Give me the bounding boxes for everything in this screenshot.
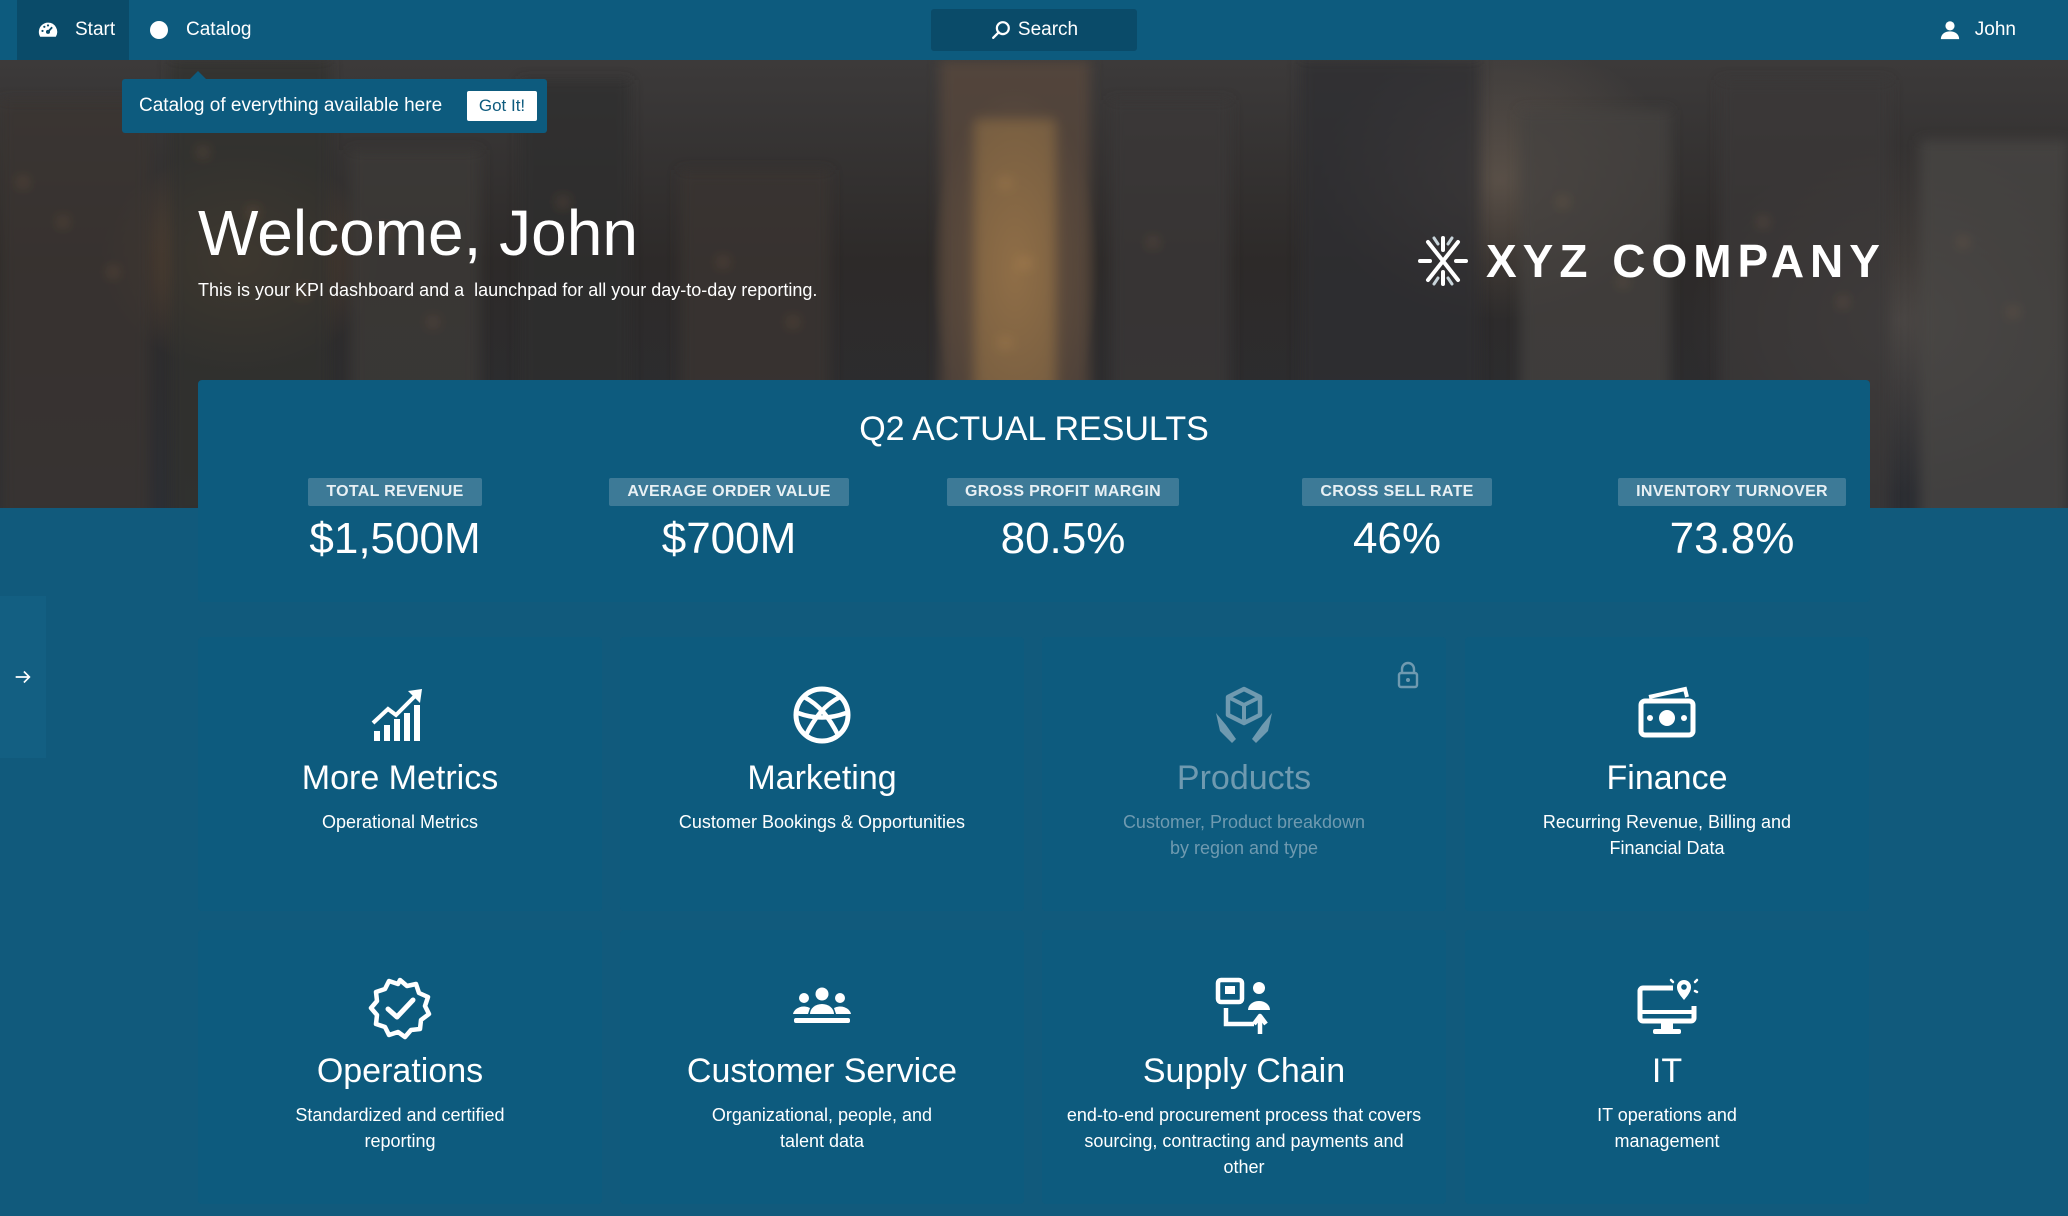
company-name: XYZ COMPANY [1486, 235, 1886, 287]
user-menu[interactable]: John [1939, 0, 2016, 60]
money-icon [1638, 686, 1696, 738]
search-button[interactable]: Search [931, 9, 1137, 51]
company-logo-mark-icon [1418, 236, 1468, 286]
box-hands-icon [1216, 686, 1272, 743]
tile-title: More Metrics [301, 759, 499, 797]
tile-title: Supply Chain [1142, 1052, 1346, 1090]
got-it-button[interactable]: Got It! [467, 91, 537, 121]
tile-title: Customer Service [686, 1052, 958, 1090]
kpi-panel: Q2 ACTUAL RESULTS TOTAL REVENUE $1,500M … [198, 380, 1870, 602]
tile-marketing[interactable]: Marketing Customer Bookings & Opportunit… [620, 637, 1024, 911]
page: Start Catalog Search John Welcome, John … [0, 0, 2068, 1216]
nav-start-label: Start [75, 19, 116, 40]
welcome-subtitle: This is your KPI dashboard and a launchp… [198, 280, 818, 300]
tile-description: Recurring Revenue, Billing and Financial… [1542, 812, 1792, 858]
tile-operations[interactable]: Operations Standardized and certified re… [198, 930, 602, 1204]
kpi-value: $1,500M [309, 514, 481, 563]
kpi-label: GROSS PROFIT MARGIN [947, 478, 1179, 506]
company-logo: XYZ COMPANY [1414, 232, 1886, 290]
kpi-total-revenue: TOTAL REVENUE $1,500M [228, 478, 562, 564]
tile-products[interactable]: Products Customer, Product breakdown by … [1042, 637, 1446, 911]
tile-description: Organizational, people, and talent data [711, 1105, 933, 1151]
tile-description: Standardized and certified reporting [295, 1105, 505, 1151]
badge-check-icon [368, 977, 432, 1040]
nav-catalog[interactable]: Catalog [150, 0, 252, 60]
chart-growth-icon [371, 689, 422, 741]
kpi-average-order-value: AVERAGE ORDER VALUE $700M [562, 478, 896, 564]
kpi-gross-profit-margin: GROSS PROFIT MARGIN 80.5% [896, 478, 1230, 564]
top-nav: Start Catalog Search John [0, 0, 2068, 60]
circle-icon [150, 21, 168, 39]
tile-title: IT [1651, 1052, 1683, 1090]
nav-start[interactable]: Start [17, 0, 129, 60]
tile-title: Marketing [747, 759, 897, 797]
kpi-label: CROSS SELL RATE [1302, 478, 1492, 506]
kpi-inventory-turnover: INVENTORY TURNOVER 73.8% [1565, 478, 1899, 564]
people-group-icon [793, 987, 851, 1023]
tile-description: Customer Bookings & Opportunities [678, 812, 966, 832]
kpi-value: $700M [661, 514, 797, 563]
kpi-value: 73.8% [1669, 514, 1795, 563]
nav-catalog-label: Catalog [186, 19, 252, 40]
globe-icon [793, 686, 851, 744]
search-icon [990, 19, 1012, 41]
kpi-label: INVENTORY TURNOVER [1618, 478, 1846, 506]
kpi-label: TOTAL REVENUE [308, 478, 482, 506]
kpi-title: Q2 ACTUAL RESULTS [859, 410, 1209, 448]
search-label: Search [1017, 19, 1079, 40]
user-icon [1939, 19, 1961, 41]
monitor-pin-icon [1637, 978, 1699, 1034]
tile-description: end-to-end procurement process that cove… [1066, 1105, 1422, 1177]
arrow-right-icon [15, 670, 31, 684]
tooltip-text: Catalog of everything available here [139, 95, 443, 116]
tile-description: Customer, Product breakdown by region an… [1122, 812, 1366, 858]
tile-description: Operational Metrics [321, 812, 479, 832]
tile-title: Operations [316, 1052, 484, 1090]
catalog-tooltip: Catalog of everything available here Got… [122, 71, 547, 133]
kpi-value: 80.5% [1000, 514, 1126, 563]
side-panel-toggle[interactable] [0, 596, 46, 758]
tile-title: Finance [1606, 759, 1728, 797]
tile-title: Products [1176, 759, 1312, 797]
kpi-cross-sell-rate: CROSS SELL RATE 46% [1230, 478, 1564, 564]
tile-supply-chain[interactable]: Supply Chain end-to-end procurement proc… [1042, 930, 1446, 1204]
tile-finance[interactable]: Finance Recurring Revenue, Billing and F… [1465, 637, 1869, 911]
tile-it[interactable]: IT IT operations and management [1465, 930, 1869, 1204]
tile-description: IT operations and management [1597, 1105, 1737, 1151]
kpi-value: 46% [1352, 514, 1442, 563]
tile-customer-service[interactable]: Customer Service Organizational, people,… [620, 930, 1024, 1204]
dashboard-gauge-icon [37, 18, 61, 42]
welcome-heading: Welcome, John [198, 197, 638, 269]
tile-more-metrics[interactable]: More Metrics Operational Metrics [198, 637, 602, 911]
supply-transfer-icon [1215, 977, 1270, 1034]
kpi-label: AVERAGE ORDER VALUE [609, 478, 849, 506]
user-name: John [1974, 19, 2016, 40]
